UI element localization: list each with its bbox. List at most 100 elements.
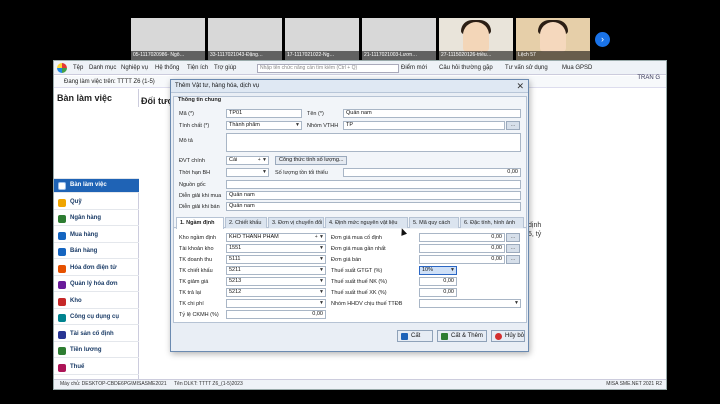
chevron-down-icon[interactable]: ▼ bbox=[319, 289, 324, 296]
name-input[interactable]: Quần nam bbox=[343, 109, 521, 118]
sidebar-item[interactable]: Bán hàng bbox=[54, 245, 139, 259]
chevron-down-icon[interactable]: ▼ bbox=[319, 267, 324, 274]
last-purchase-price-input[interactable]: 0,00 bbox=[419, 244, 505, 253]
chevron-down-icon[interactable]: ▼ bbox=[319, 256, 324, 263]
purchase-desc-label: Diễn giải khi mua bbox=[179, 193, 222, 199]
sidebar-item-label: Ngân hàng bbox=[70, 215, 101, 221]
cancel-button[interactable]: Hủy bỏ bbox=[491, 330, 525, 342]
fixed-purchase-price-input[interactable]: 0,00 bbox=[419, 233, 505, 242]
participant-tile[interactable]: 21-1117021003-Lươn… bbox=[362, 18, 436, 60]
tab-features-images[interactable]: 6. Đặc tính, hình ảnh bbox=[460, 217, 524, 228]
vat-rate-value: 10% bbox=[422, 267, 434, 273]
reduction-account-value: 5213 bbox=[229, 278, 242, 284]
expense-account-select[interactable]: ▼ bbox=[226, 299, 326, 308]
plus-icon[interactable]: + ▼ bbox=[315, 234, 324, 241]
participant-tile[interactable]: 33-1117021043-Đặng… bbox=[208, 18, 282, 60]
stock-account-select[interactable]: 1551 ▼ bbox=[226, 244, 326, 253]
sidebar-item[interactable]: Công cụ dụng cụ bbox=[54, 311, 139, 325]
import-tax-label: Thuế suất thuế NK (%) bbox=[331, 279, 387, 285]
purchase-desc-input[interactable]: Quần nam bbox=[226, 191, 521, 200]
min-stock-input[interactable]: 0,00 bbox=[343, 168, 521, 177]
tab-spec-code[interactable]: 5. Mã quy cách bbox=[409, 217, 459, 228]
description-textarea[interactable] bbox=[226, 133, 521, 152]
menu-file[interactable]: Tệp bbox=[73, 65, 83, 71]
menu-operations[interactable]: Nghiệp vụ bbox=[121, 65, 148, 71]
vat-rate-select[interactable]: 10% ▼ bbox=[419, 266, 457, 275]
purchase-discount-rate-input[interactable]: 0,00 bbox=[226, 310, 326, 319]
quantity-formula-button[interactable]: Công thức tính số lượng... bbox=[275, 156, 348, 165]
working-period-label[interactable]: Đang làm việc trên: TTTT Z6 (1-5) bbox=[64, 79, 155, 85]
return-account-select[interactable]: 5212 ▼ bbox=[226, 288, 326, 297]
sales-desc-input[interactable]: Quần nam bbox=[226, 202, 521, 211]
reduction-account-select[interactable]: 5213 ▼ bbox=[226, 277, 326, 286]
sidebar-item-icon bbox=[58, 248, 66, 256]
export-tax-input[interactable]: 0,00 bbox=[419, 288, 457, 297]
chevron-down-icon[interactable]: ▼ bbox=[319, 245, 324, 252]
chevron-down-icon[interactable]: ▼ bbox=[319, 278, 324, 285]
warranty-select[interactable]: ▼ bbox=[226, 168, 269, 177]
menu-catalog[interactable]: Danh mục bbox=[89, 65, 116, 71]
chevron-down-icon[interactable]: ▼ bbox=[319, 300, 324, 307]
chevron-down-icon[interactable]: ▼ bbox=[514, 300, 519, 307]
sidebar-item[interactable]: Quản lý hóa đơn bbox=[54, 278, 139, 292]
warranty-label: Thời hạn BH bbox=[179, 170, 211, 176]
sale-price-label: Đơn giá bán bbox=[331, 257, 362, 263]
sale-price-input[interactable]: 0,00 bbox=[419, 255, 505, 264]
participant-name: 21-1117021003-Lươn… bbox=[362, 51, 436, 60]
tab-unit-conversion[interactable]: 3. Đơn vị chuyển đổi bbox=[268, 217, 324, 228]
participant-video bbox=[463, 22, 489, 52]
menu-system[interactable]: Hệ thống bbox=[155, 65, 179, 71]
fixed-price-browse-button[interactable]: … bbox=[506, 233, 520, 242]
import-tax-input[interactable]: 0,00 bbox=[419, 277, 457, 286]
whats-new-link[interactable]: Điểm mới bbox=[401, 65, 427, 71]
participant-tile[interactable]: 17-1117021022-Ng… bbox=[285, 18, 359, 60]
sidebar-item-icon bbox=[58, 264, 66, 273]
next-participants-button[interactable]: › bbox=[595, 32, 610, 47]
chevron-down-icon[interactable]: ▼ bbox=[450, 267, 455, 274]
group-vthh-input[interactable]: TP bbox=[343, 121, 505, 130]
revenue-account-select[interactable]: 5111 ▼ bbox=[226, 255, 326, 264]
user-name[interactable]: TRAN G bbox=[637, 75, 660, 81]
unit-value: Cái bbox=[229, 157, 238, 163]
default-warehouse-select[interactable]: KHO THÀNH PHẨM + ▼ bbox=[226, 233, 326, 242]
sidebar-item[interactable]: Tiền lương bbox=[54, 344, 139, 358]
participant-tile[interactable]: 27-1115020126-triều… bbox=[439, 18, 513, 60]
sidebar-item[interactable]: Kho bbox=[54, 295, 139, 309]
discount-account-select[interactable]: 5211 ▼ bbox=[226, 266, 326, 275]
sale-price-browse-button[interactable]: … bbox=[506, 255, 520, 264]
tab-discount[interactable]: 2. Chiết khấu bbox=[225, 217, 267, 228]
participant-video bbox=[540, 22, 566, 52]
support-link[interactable]: Tư vấn sử dụng bbox=[505, 65, 548, 71]
sidebar-item[interactable]: Bàn làm việc bbox=[54, 179, 139, 193]
nature-select[interactable]: Thành phẩm ▼ bbox=[226, 121, 302, 130]
group-vthh-browse-button[interactable]: … bbox=[506, 121, 520, 130]
sidebar-item[interactable]: Quỹ bbox=[54, 196, 139, 210]
sidebar-item[interactable]: Tài sản cố định bbox=[54, 328, 139, 342]
code-input[interactable]: TP01 bbox=[226, 109, 302, 118]
close-icon[interactable]: ✕ bbox=[516, 81, 524, 92]
menu-utilities[interactable]: Tiện ích bbox=[187, 65, 208, 71]
sidebar-item[interactable]: Thuế bbox=[54, 361, 139, 375]
save-and-add-button[interactable]: Cất & Thêm bbox=[437, 330, 487, 342]
chevron-down-icon[interactable]: ▼ bbox=[262, 169, 267, 176]
special-tax-group-select[interactable]: ▼ bbox=[419, 299, 521, 308]
sidebar-item[interactable]: Ngân hàng bbox=[54, 212, 139, 226]
participant-tile[interactable]: 05-1117020986- Ngô… bbox=[131, 18, 205, 60]
sidebar-item[interactable]: Mua hàng bbox=[54, 229, 139, 243]
sidebar-item-label: Bán hàng bbox=[70, 248, 98, 254]
sidebar-item[interactable]: Hóa đơn điện tử bbox=[54, 262, 139, 276]
last-price-browse-button[interactable]: … bbox=[506, 244, 520, 253]
function-search-input[interactable]: Nhập tên chức năng cần tìm kiếm (Ctrl + … bbox=[257, 64, 399, 73]
unit-select[interactable]: Cái + ▼ bbox=[226, 156, 269, 165]
save-button[interactable]: Cất bbox=[397, 330, 433, 342]
buy-license-link[interactable]: Mua GPSD bbox=[562, 65, 592, 71]
plus-icon[interactable]: + ▼ bbox=[258, 157, 267, 164]
participant-name: 33-1117021043-Đặng… bbox=[208, 51, 282, 60]
faq-link[interactable]: Câu hỏi thường gặp bbox=[439, 65, 493, 71]
chevron-down-icon[interactable]: ▼ bbox=[295, 122, 300, 129]
origin-input[interactable] bbox=[226, 180, 521, 189]
tab-default[interactable]: 1. Ngầm định bbox=[176, 217, 224, 229]
participant-tile[interactable]: Lệch 57 bbox=[516, 18, 590, 60]
menu-help[interactable]: Trợ giúp bbox=[214, 65, 236, 71]
tab-material-norm[interactable]: 4. Định mức nguyên vật liệu bbox=[325, 217, 408, 228]
